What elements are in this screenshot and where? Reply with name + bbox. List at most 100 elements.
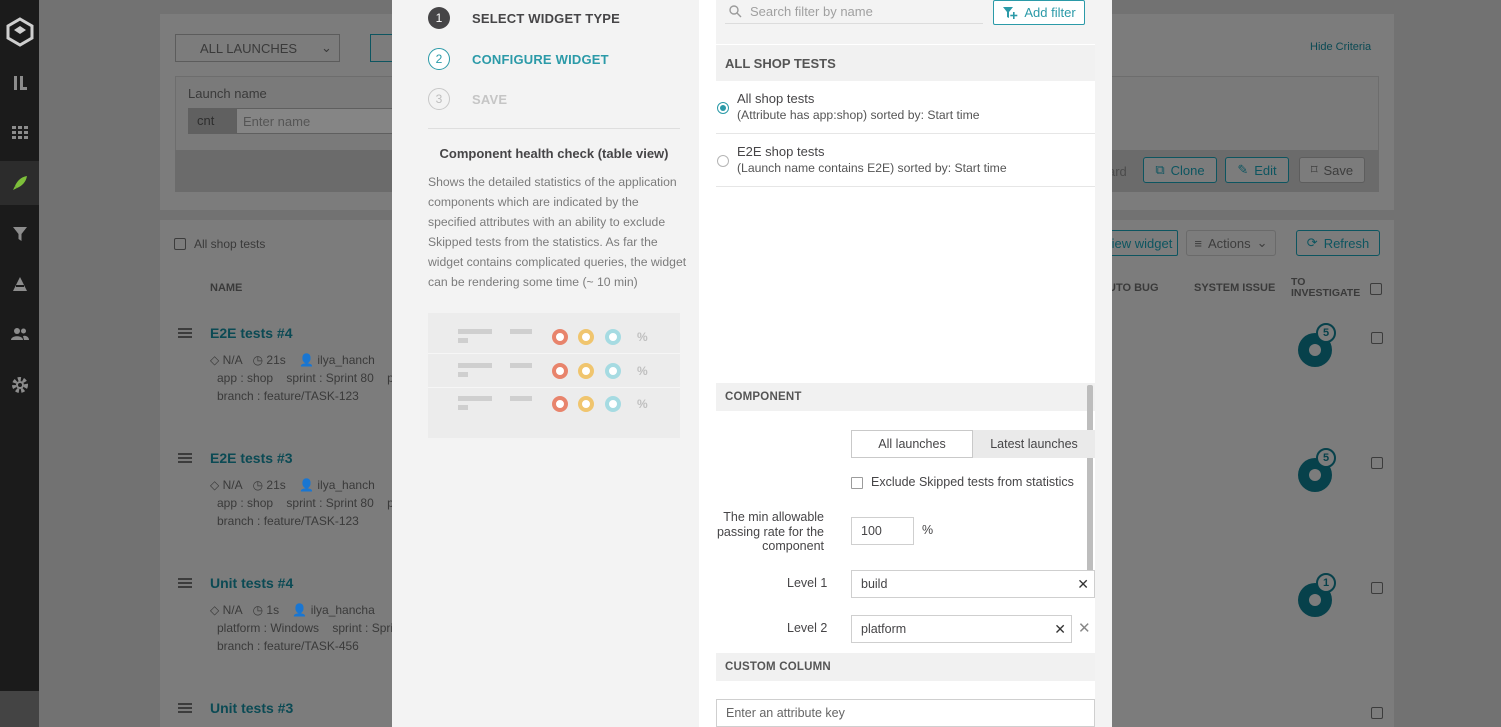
steps-divider [428,128,680,129]
list-icon: ≡ [1194,235,1203,251]
search-placeholder: Search filter by name [750,4,873,19]
select-all-rows-checkbox[interactable] [1370,283,1382,295]
debug-icon[interactable] [0,262,39,306]
filter-search-input[interactable]: Search filter by name [725,0,983,24]
percent-unit: % [922,523,934,537]
clear-icon[interactable]: ✕ [1077,576,1089,593]
hide-criteria-link[interactable]: Hide Criteria [1310,41,1371,53]
select-all-checkbox[interactable] [174,238,186,250]
launch-selector-label: ALL LAUNCHES [200,41,298,56]
launch-attributes: app : shop sprint : Sprint 80 p [217,496,394,510]
edit-button[interactable]: ✎ Edit [1225,157,1289,183]
row-checkbox[interactable] [1371,582,1383,594]
launch-branch: branch : feature/TASK-456 [217,639,359,653]
launch-selector[interactable]: ALL LAUNCHES ⌄ [175,34,340,62]
chevron-down-icon: ⌄ [321,40,332,55]
launch-name-placeholder: Enter name [243,114,311,129]
launches-mode-toggle: All launches Latest launches [851,430,1095,458]
clone-icon: ⧉ [1155,162,1165,177]
failed-dot-icon [552,329,568,345]
attribute-key-input[interactable]: Enter an attribute key [716,699,1095,727]
step-label: SELECT WIDGET TYPE [472,10,621,26]
launch-title[interactable]: E2E tests #3 [210,450,293,466]
filter-icon[interactable] [0,212,39,256]
step-save: 3 SAVE [428,88,507,110]
preview-row: % [428,355,680,388]
add-new-widget-button[interactable]: iew widget [1106,230,1178,256]
clear-icon[interactable]: ✕ [1054,621,1066,638]
to-investigate-count: 5 [1316,323,1336,343]
latest-launches-toggle[interactable]: Latest launches [973,430,1095,458]
refresh-button[interactable]: ⟳ Refresh [1296,230,1380,256]
widget-config-panel: Search filter by name Add filter ALL SHO… [699,0,1095,727]
dashboard-icon[interactable] [0,111,39,155]
column-to-investigate: TO INVESTIGATE [1291,276,1361,299]
clone-button[interactable]: ⧉ Clone [1143,157,1217,183]
launch-meta: ◇ N/A ◷ 21s 👤 ilya_hanch [210,478,375,492]
passed-dot-icon [605,363,621,379]
custom-column-header: CUSTOM COLUMN [716,653,1095,681]
logo-icon[interactable] [0,10,39,54]
preview-row: % [428,321,680,354]
level-2-input[interactable]: platform ✕ [851,615,1072,643]
failed-dot-icon [552,396,568,412]
menu-icon[interactable] [178,578,192,588]
chevron-down-icon: ⌄ [1256,235,1268,250]
menu-icon[interactable] [178,453,192,463]
launch-branch: branch : feature/TASK-123 [217,389,359,403]
launch-attributes: app : shop sprint : Sprint 80 p [217,371,394,385]
add-filter-button[interactable]: Add filter [993,0,1085,25]
remove-level-icon[interactable]: ✕ [1078,619,1091,637]
menu-icon[interactable] [178,703,192,713]
step-select-widget-type[interactable]: 1 SELECT WIDGET TYPE [428,7,620,29]
to-investigate-count: 5 [1316,448,1336,468]
cnt-value: cnt [197,113,215,128]
row-checkbox[interactable] [1371,707,1383,719]
settings-icon[interactable] [0,363,39,407]
radio-unselected[interactable] [717,155,729,167]
skipped-dot-icon [578,396,594,412]
pencil-icon: ✎ [1237,162,1249,177]
widget-type-description: Shows the detailed statistics of the app… [428,175,687,289]
level-1-label: Level 1 [787,576,828,590]
min-passing-rate-input[interactable]: 100 [851,517,914,545]
level-2-label: Level 2 [787,621,828,635]
exclude-skipped-checkbox[interactable] [851,477,863,489]
cnt-dropdown[interactable]: cnt [188,108,236,134]
launch-meta: ◇ N/A ◷ 21s 👤 ilya_hanch [210,353,375,367]
actions-dropdown[interactable]: ≡ Actions ⌄ [1186,230,1276,256]
radio-selected[interactable] [717,102,729,114]
filter-option-all-shop-tests[interactable]: All shop tests (Attribute has app:shop) … [716,82,1095,134]
row-checkbox[interactable] [1371,332,1383,344]
column-system-issue: SYSTEM ISSUE [1194,282,1276,294]
menu-icon[interactable] [178,328,192,338]
step-label: SAVE [472,91,508,107]
user-avatar[interactable] [0,691,39,727]
launch-name-input[interactable]: Enter name [236,108,394,134]
launch-title[interactable]: E2E tests #4 [210,325,293,341]
launch-title[interactable]: Unit tests #4 [210,575,293,591]
launches-icon[interactable] [0,61,39,105]
filters-header: ALL SHOP TESTS [716,45,1095,81]
passed-dot-icon [605,396,621,412]
level-1-input[interactable]: build ✕ [851,570,1095,598]
preview-row: % [428,389,680,422]
column-name: NAME [210,282,243,294]
min-passing-rate-label: The min allowable passing rate for the c… [716,510,824,553]
config-scrollbar[interactable] [1087,385,1093,575]
step-configure-widget[interactable]: 2 CONFIGURE WIDGET [428,48,609,70]
members-icon[interactable] [0,312,39,356]
search-icon [729,5,742,18]
launch-title[interactable]: Unit tests #3 [210,700,293,716]
passed-dot-icon [605,329,621,345]
save-filter-button[interactable]: ⌑ Save [1299,157,1365,183]
launch-attributes: platform : Windows sprint : Spri [217,621,394,635]
launch-name-label: Launch name [188,86,267,101]
row-checkbox[interactable] [1371,457,1383,469]
rocket-icon[interactable] [0,161,39,205]
wizard-steps-panel: 1 SELECT WIDGET TYPE 2 CONFIGURE WIDGET … [410,0,690,727]
all-launches-toggle[interactable]: All launches [851,430,973,458]
widget-type-title: Component health check (table view) [439,146,669,161]
filter-option-e2e-shop-tests[interactable]: E2E shop tests (Launch name contains E2E… [716,135,1095,187]
column-auto-bug: UTO BUG [1108,282,1159,294]
